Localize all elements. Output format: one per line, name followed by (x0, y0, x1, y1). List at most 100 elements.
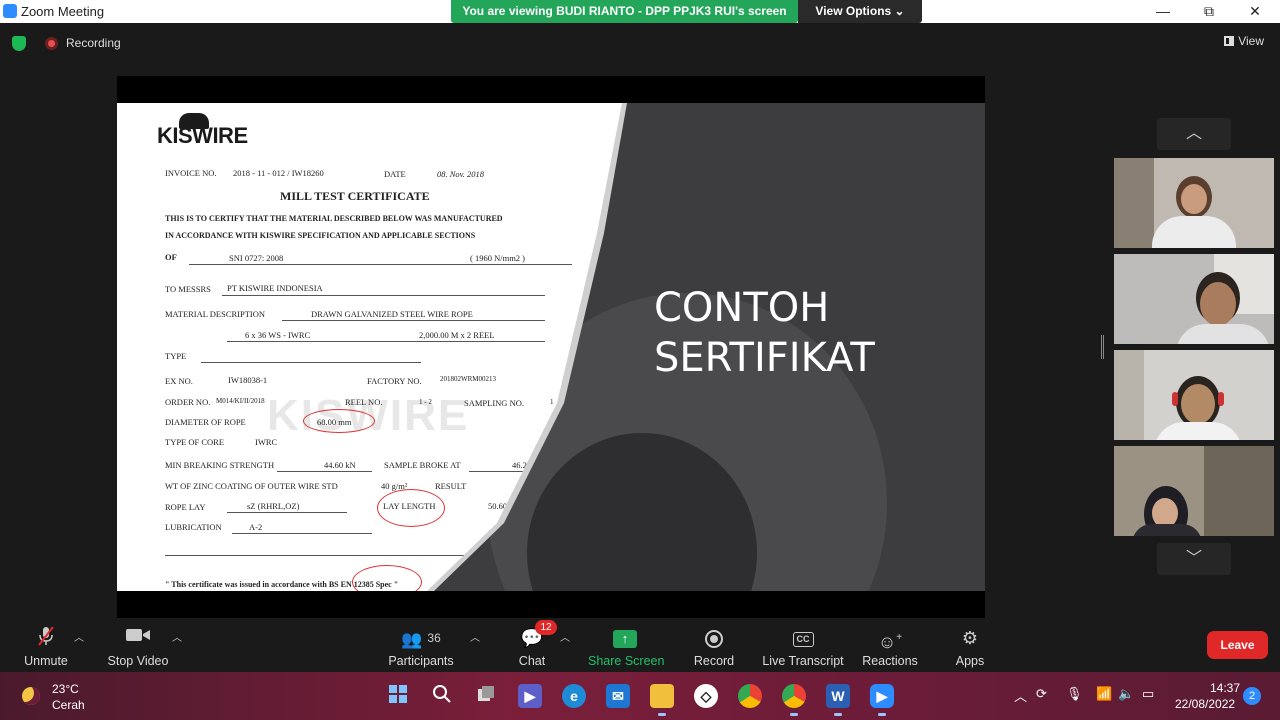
muted-microphone-icon (20, 625, 72, 651)
clock-date[interactable]: 22/08/2022 (1175, 697, 1235, 711)
wifi-icon[interactable]: 📶 (1096, 686, 1112, 702)
window-titlebar: Zoom Meeting You are viewing BUDI RIANTO… (0, 0, 1280, 23)
edge-browser-icon[interactable]: e (562, 684, 586, 708)
record-icon (692, 625, 736, 651)
apps-button[interactable]: ⚙ Apps (953, 625, 987, 668)
close-button[interactable]: ✕ (1232, 2, 1278, 21)
security-shield-icon[interactable] (12, 36, 26, 51)
chevron-down-icon: ﹀ (1185, 550, 1202, 567)
lubrication-label: LUBRICATION (165, 522, 222, 532)
messrs-label: TO MESSRS (165, 284, 211, 294)
reel-value: 1 - 2 (419, 398, 432, 406)
date-value: 08. Nov. 2018 (437, 169, 485, 179)
leave-button[interactable]: Leave (1207, 631, 1268, 659)
video-options-caret-icon[interactable]: ︿ (172, 629, 182, 644)
invoice-value: 2018 - 11 - 012 / IW18260 (233, 168, 324, 178)
word-icon[interactable]: W (826, 684, 850, 716)
line (277, 471, 372, 472)
kiswire-logo: KISWIRE (157, 113, 248, 149)
elephant-logo-icon (179, 113, 209, 129)
sampling-value: 1 (550, 398, 554, 406)
unmute-button[interactable]: Unmute (20, 625, 72, 668)
lay-length-highlight (377, 489, 445, 527)
viewing-screen-banner: You are viewing BUDI RIANTO - DPP PPJK3 … (451, 0, 798, 23)
chevron-up-icon: ︿ (1185, 125, 1202, 142)
factory-label: FACTORY NO. (367, 376, 422, 386)
file-explorer-icon[interactable] (650, 684, 674, 716)
participant-video-tile[interactable] (1114, 446, 1274, 536)
record-label: Record (693, 654, 735, 668)
weather-moon-icon[interactable] (22, 687, 40, 705)
panel-resize-handle[interactable] (1101, 335, 1104, 359)
apps-icon: ⚙ (961, 628, 979, 648)
ex-value: IW18038-1 (228, 375, 268, 385)
participant-video-tile[interactable] (1114, 254, 1274, 344)
reactions-label: Reactions (862, 654, 918, 668)
order-value: M014/KI/II/2018 (216, 397, 265, 405)
participants-label: Participants (388, 654, 454, 668)
zinc-label: WT OF ZINC COATING OF OUTER WIRE STD (165, 481, 338, 491)
share-screen-button[interactable]: ↑ Share Screen (588, 625, 665, 668)
share-screen-label: Share Screen (588, 654, 665, 668)
sync-icon[interactable]: ⟳ (1036, 686, 1047, 702)
battery-icon[interactable]: ▭ (1142, 686, 1154, 702)
view-button[interactable]: View (1224, 34, 1264, 48)
weather-temperature[interactable]: 23°C (52, 682, 79, 696)
certificate-heading: MILL TEST CERTIFICATE (280, 189, 430, 203)
smiley-plus-icon: ☺+ (877, 632, 903, 652)
participants-icon: 👥 (401, 630, 423, 649)
factory-value: 201802WRM00213 (440, 375, 496, 383)
live-transcript-button[interactable]: CC Live Transcript (760, 625, 846, 668)
scroll-up-button[interactable]: ︿ (1157, 118, 1231, 150)
chrome-icon[interactable] (738, 684, 762, 708)
show-hidden-icons-chevron-icon[interactable]: ︿ (1014, 686, 1027, 705)
participants-button[interactable]: 👥 36 Participants (386, 625, 456, 668)
windows-start-icon[interactable] (386, 684, 410, 708)
scroll-down-button[interactable]: ﹀ (1157, 543, 1231, 575)
diameter-label: DIAMETER OF ROPE (165, 417, 246, 427)
record-button[interactable]: Record (692, 625, 736, 668)
stop-video-label: Stop Video (107, 654, 169, 668)
maximize-button[interactable]: ⧉ (1186, 2, 1232, 21)
stop-video-button[interactable]: Stop Video (104, 625, 172, 668)
mbs-value: 44.60 kN (324, 460, 356, 470)
of-label: OF (165, 252, 177, 262)
standard-highlight (352, 565, 422, 591)
search-icon[interactable] (430, 684, 454, 708)
presentation-slide: KISWIRE KISWIRE INVOICE NO. 2018 - 11 - … (117, 103, 985, 591)
apps-label: Apps (955, 654, 985, 668)
windows-taskbar: 23°C Cerah ▶ e ✉ ◇ W ▶ ︿ ⟳ 🎙 📶 🔈 ▭ 14:37… (0, 672, 1280, 720)
of-value: SNI 0727: 2008 (229, 253, 284, 263)
teams-chat-icon[interactable]: ▶ (518, 684, 542, 708)
shared-screen[interactable]: KISWIRE KISWIRE INVOICE NO. 2018 - 11 - … (117, 76, 985, 618)
invoice-label: INVOICE NO. (165, 168, 217, 178)
weather-description[interactable]: Cerah (52, 698, 85, 712)
volume-icon[interactable]: 🔈 (1118, 686, 1134, 702)
reactions-button[interactable]: ☺+ Reactions (862, 625, 918, 668)
office-icon[interactable]: ◇ (694, 684, 718, 708)
zoom-taskbar-icon[interactable]: ▶ (870, 684, 894, 716)
chat-options-caret-icon[interactable]: ︿ (560, 629, 570, 644)
line (222, 295, 545, 296)
share-screen-arrow-icon: ↑ (613, 630, 637, 649)
participants-options-caret-icon[interactable]: ︿ (470, 629, 480, 644)
view-options-button[interactable]: View Options ⌄ (798, 0, 922, 23)
line (227, 341, 545, 342)
clock-time[interactable]: 14:37 (1210, 681, 1240, 695)
task-view-icon[interactable] (474, 684, 498, 708)
line (189, 264, 572, 265)
microphone-icon[interactable]: 🎙 (1066, 686, 1083, 702)
minimize-button[interactable]: — (1140, 2, 1186, 21)
mail-icon[interactable]: ✉ (606, 684, 630, 708)
messrs-value: PT KISWIRE INDONESIA (227, 283, 323, 293)
chrome-profile-icon[interactable] (782, 684, 806, 716)
notification-badge[interactable]: 2 (1243, 687, 1261, 705)
certify-line-2: IN ACCORDANCE WITH KISWIRE SPECIFICATION… (165, 231, 476, 240)
window-title: Zoom Meeting (21, 4, 105, 19)
participant-video-tile[interactable] (1114, 350, 1274, 440)
certify-line-1: THIS IS TO CERTIFY THAT THE MATERIAL DES… (165, 214, 503, 223)
slide-title: CONTOH SERTIFIKAT (654, 285, 875, 381)
audio-options-caret-icon[interactable]: ︿ (74, 629, 84, 644)
line (201, 362, 421, 363)
participant-video-tile[interactable] (1114, 158, 1274, 248)
